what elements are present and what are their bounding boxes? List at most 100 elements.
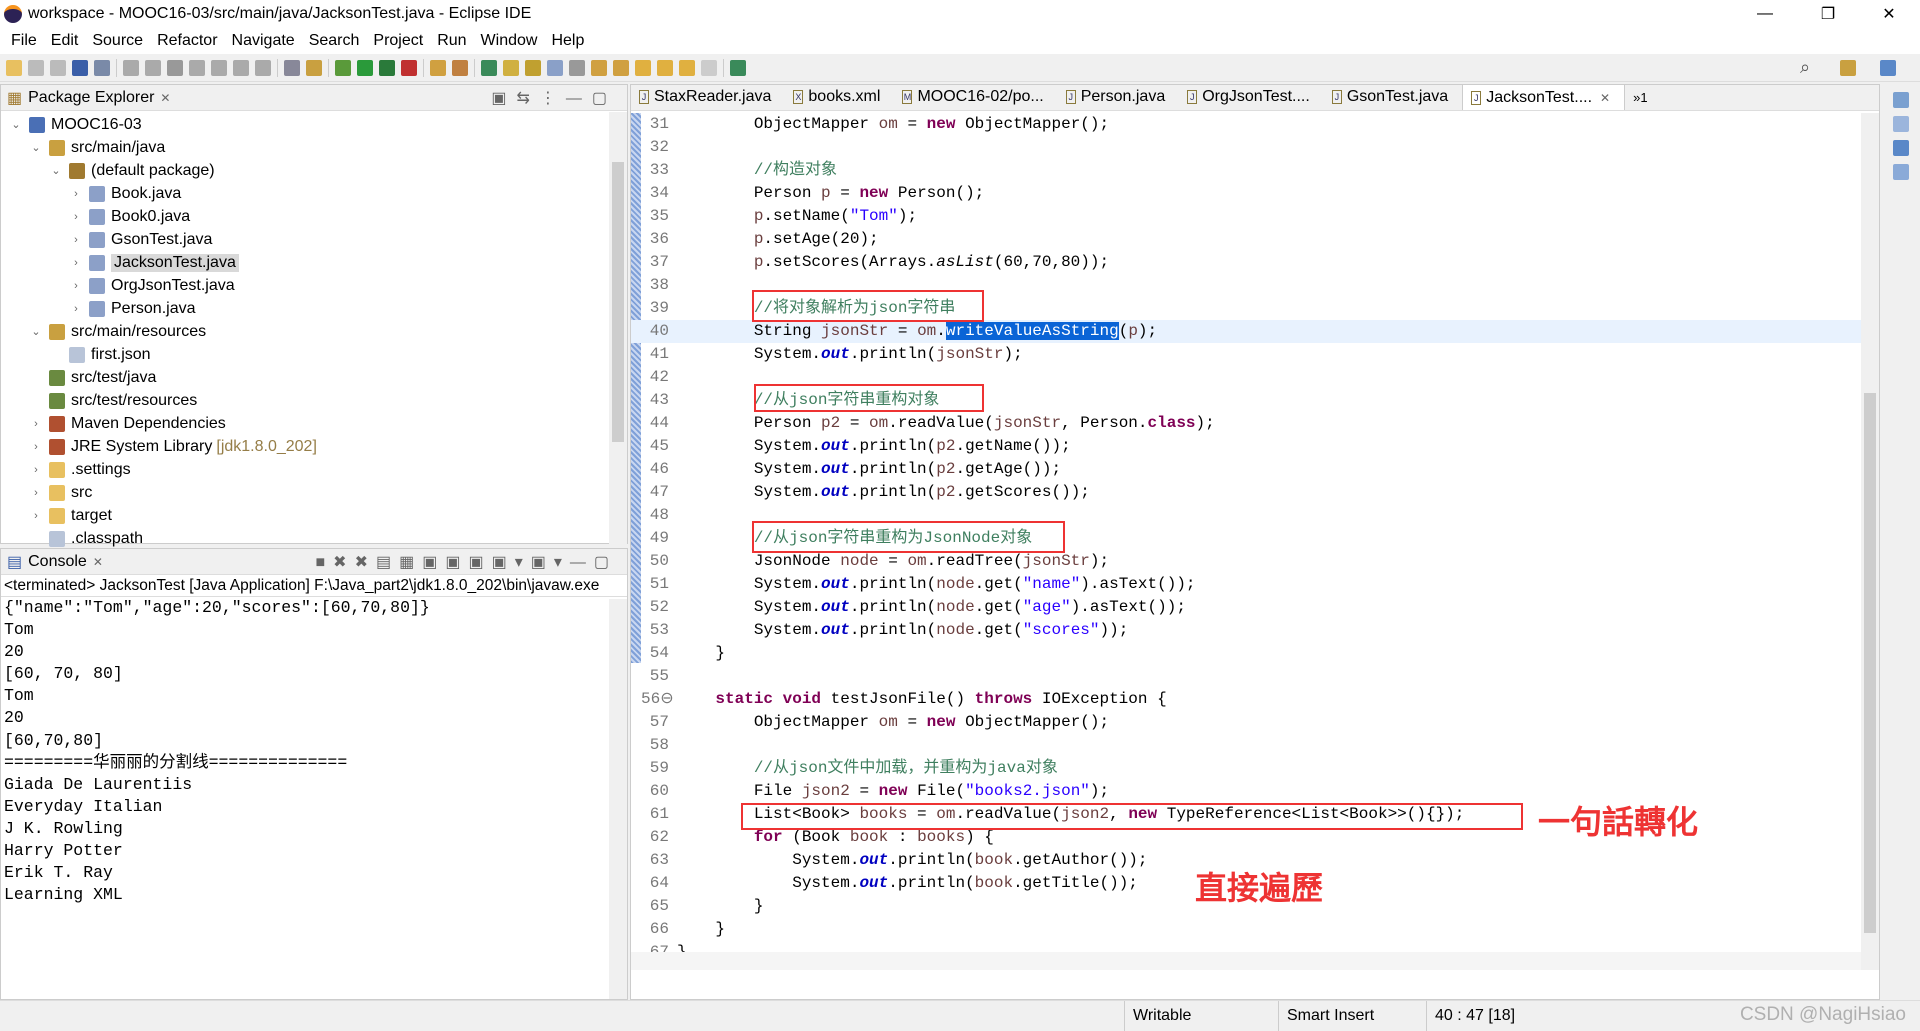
chevron-right-icon[interactable]: › [69,211,83,223]
toolbar-button-icon[interactable] [50,59,66,76]
tree-item[interactable]: › Maven Dependencies [29,412,226,435]
tree-item[interactable]: › Person.java [69,297,196,320]
editor-tab[interactable]: J JacksonTest.... ✕ [1462,84,1626,110]
code-area[interactable]: 31 ObjectMapper om = new ObjectMapper();… [631,113,1863,970]
toolbar-button-icon[interactable] [94,59,110,76]
console-toolbar-icons[interactable]: ■✖✖▤▦▣▣▣▣▾▣▾—▢ [316,552,617,572]
toolbar-button-icon[interactable] [145,59,161,76]
toolbar-button-icon[interactable] [255,59,271,76]
tab-overflow-button[interactable]: »1 [1625,84,1661,110]
horizontal-scrollbar[interactable] [631,952,1863,970]
menu-source[interactable]: Source [85,32,150,50]
toolbar-button-icon[interactable] [452,59,468,76]
menu-edit[interactable]: Edit [44,32,86,50]
editor-tab[interactable]: J StaxReader.java [631,84,785,110]
tree-item[interactable]: › Book0.java [69,205,190,228]
breakpoints-icon[interactable] [1893,140,1909,156]
editor-tab[interactable]: J Person.java [1058,84,1180,110]
toolbar-button-icon[interactable] [233,59,249,76]
close-view-icon[interactable]: ✕ [93,555,103,569]
menu-navigate[interactable]: Navigate [225,32,302,50]
toolbar-button-icon[interactable] [123,59,139,76]
tree-item[interactable]: first.json [49,343,151,366]
toolbar-button-icon[interactable] [335,59,351,76]
package-explorer-tab[interactable]: ▦ Package Explorer ✕ ▣⇆⋮—▢ [1,85,627,111]
toolbar-button-icon[interactable] [189,59,205,76]
menu-window[interactable]: Window [474,32,545,50]
chevron-right-icon[interactable]: › [69,303,83,315]
tree-item[interactable]: › OrgJsonTest.java [69,274,235,297]
tree-item[interactable]: › JacksonTest.java [69,251,239,274]
chevron-right-icon[interactable]: › [69,234,83,246]
search-icon[interactable]: ⌕ [1800,57,1810,78]
expressions-icon[interactable] [1893,164,1909,180]
chevron-right-icon[interactable]: › [29,464,43,476]
toolbar-button-icon[interactable] [635,59,651,76]
outline-icon[interactable] [1893,92,1909,108]
toolbar-button-icon[interactable] [657,59,673,76]
chevron-down-icon[interactable]: ⌄ [9,118,23,131]
tree-item[interactable]: › src [29,481,92,504]
editor-tab[interactable]: M MOOC16-02/po... [894,84,1057,110]
toolbar-button-icon[interactable] [401,59,417,76]
editor-tab[interactable]: J GsonTest.java [1324,84,1462,110]
minimize-button[interactable]: — [1742,0,1788,28]
tree-item[interactable]: src/test/resources [29,389,197,412]
view-toolbar-icons[interactable]: ▣⇆⋮—▢ [491,88,617,108]
toolbar-button-icon[interactable] [679,59,695,76]
tree-item[interactable]: › Book.java [69,182,181,205]
chevron-right-icon[interactable]: › [69,188,83,200]
toolbar-button-icon[interactable] [430,59,446,76]
chevron-right-icon[interactable]: › [29,510,43,522]
chevron-right-icon[interactable]: › [69,280,83,292]
chevron-down-icon[interactable]: ⌄ [29,325,43,338]
tree-item[interactable]: src/test/java [29,366,156,389]
toolbar-button-icon[interactable] [211,59,227,76]
chevron-right-icon[interactable]: › [29,418,43,430]
tree-scrollbar[interactable] [609,112,627,544]
toolbar-button-icon[interactable] [569,59,585,76]
toolbar-button-icon[interactable] [730,59,746,76]
close-view-icon[interactable]: ✕ [160,91,170,105]
toolbar-button-icon[interactable] [379,59,395,76]
tree-item[interactable]: ⌄ src/main/java [29,136,165,159]
editor-tab[interactable]: J OrgJsonTest.... [1179,84,1324,110]
menu-search[interactable]: Search [302,32,367,50]
restore-button[interactable]: ❐ [1805,0,1851,28]
console-tab[interactable]: ▤ Console ✕ ■✖✖▤▦▣▣▣▣▾▣▾—▢ [1,549,627,575]
toolbar-button-icon[interactable] [306,59,322,76]
toolbar-button-icon[interactable] [284,59,300,76]
tree-item[interactable]: › JRE System Library [jdk1.8.0_202] [29,435,317,458]
toolbar-button-icon[interactable] [6,59,22,76]
toolbar-button-icon[interactable] [701,59,717,76]
menu-project[interactable]: Project [366,32,430,50]
tree-item[interactable]: ⌄ src/main/resources [29,320,206,343]
variables-icon[interactable] [1893,116,1909,132]
toolbar-button-icon[interactable] [613,59,629,76]
menu-file[interactable]: File [4,32,44,50]
editor-tab[interactable]: Xbooks.xml [785,84,894,110]
tree-item[interactable]: › .settings [29,458,131,481]
chevron-right-icon[interactable]: › [69,257,83,269]
toolbar-button-icon[interactable] [72,59,88,76]
tree-item[interactable]: ⌄ (default package) [49,159,215,182]
toolbar-button-icon[interactable] [357,59,373,76]
chevron-down-icon[interactable]: ⌄ [49,164,63,177]
tree-item[interactable]: ⌄ MOOC16-03 [9,113,142,136]
toolbar-button-icon[interactable] [28,59,44,76]
tree-item[interactable]: .classpath [29,527,143,550]
console-scrollbar[interactable] [609,599,627,999]
toolbar-button-icon[interactable] [525,59,541,76]
editor-scrollbar[interactable] [1861,113,1879,970]
perspective-icon[interactable] [1840,59,1856,76]
toolbar-button-icon[interactable] [167,59,183,76]
tree-item[interactable]: › target [29,504,112,527]
chevron-down-icon[interactable]: ⌄ [29,141,43,154]
toolbar-button-icon[interactable] [481,59,497,76]
chevron-right-icon[interactable]: › [29,441,43,453]
chevron-right-icon[interactable]: › [29,487,43,499]
menu-help[interactable]: Help [544,32,591,50]
menu-run[interactable]: Run [430,32,473,50]
toolbar-button-icon[interactable] [591,59,607,76]
java-perspective-icon[interactable] [1880,59,1896,76]
